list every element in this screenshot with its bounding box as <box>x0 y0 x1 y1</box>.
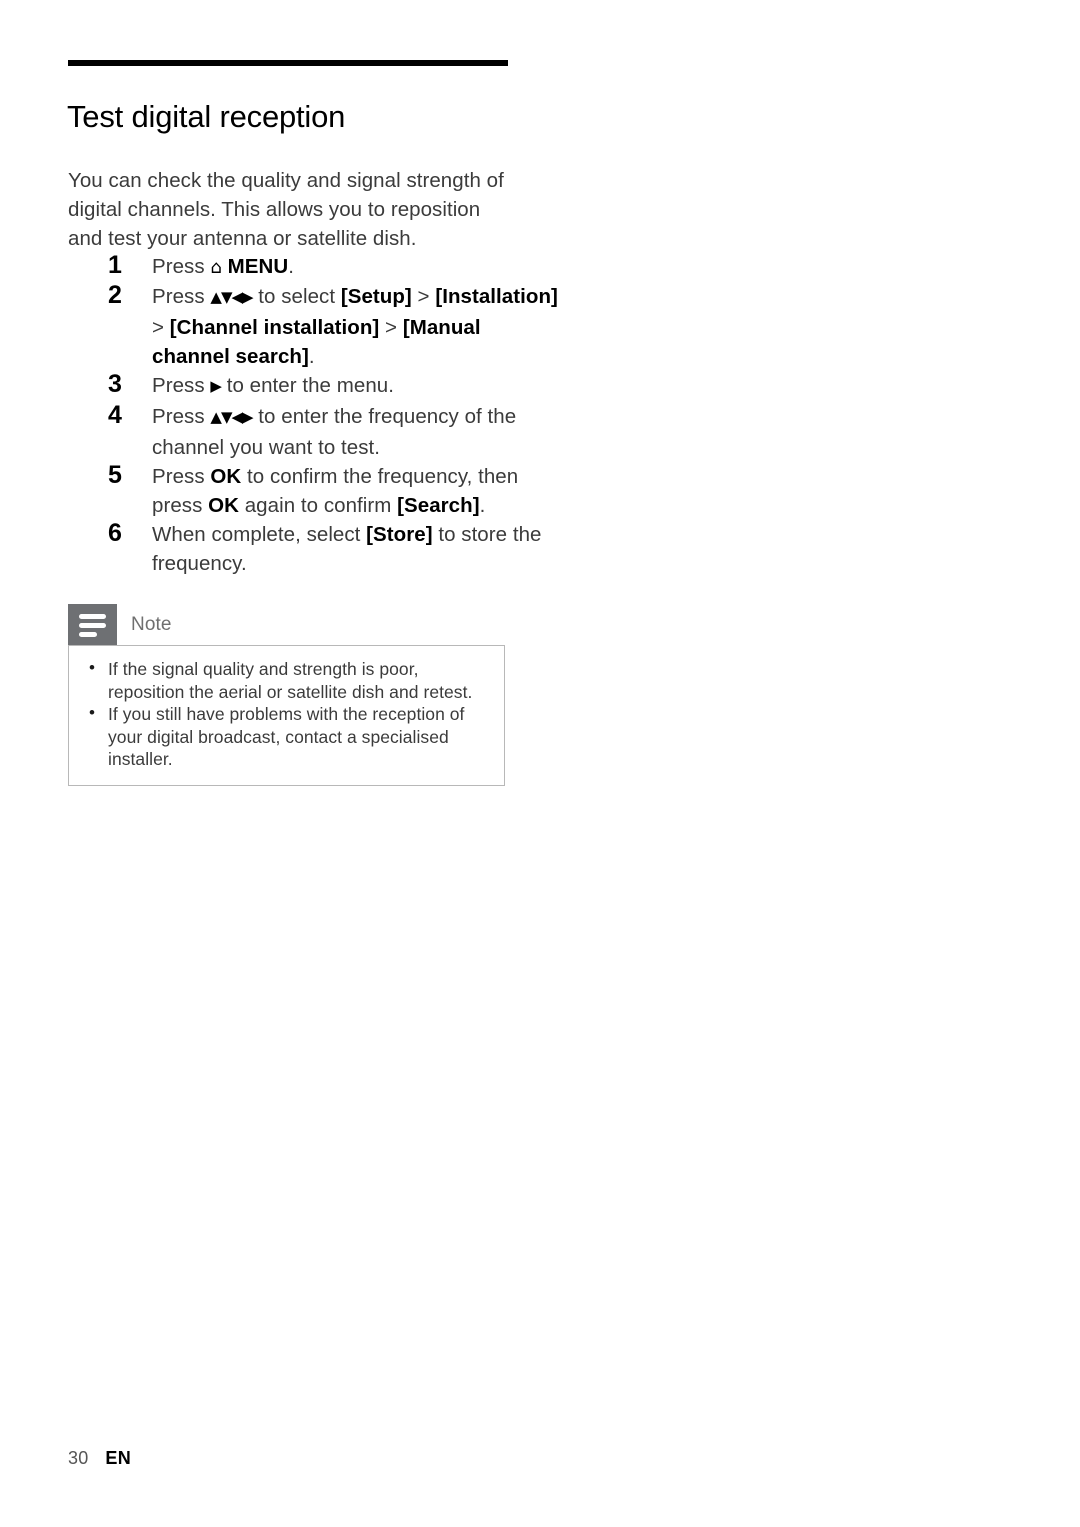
home-menu-icon: ⌂ <box>210 257 222 278</box>
document-page: Test digital reception You can check the… <box>0 0 1080 1527</box>
step-item: 2 Press ▲▼◀▶ to select [Setup] > [Install… <box>108 281 560 371</box>
step-emphasis: MENU <box>221 255 289 278</box>
step-item: 4 Press ▲▼◀▶ to enter the frequency of th… <box>108 401 560 462</box>
step-item: 3 Press ▶ to enter the menu. <box>108 370 560 402</box>
note-callout: Note If the signal quality and strength … <box>68 604 505 786</box>
step-item: 6 When complete, select [Store] to store … <box>108 519 560 578</box>
note-lines-icon <box>68 604 117 645</box>
dpad-arrows-icon: ▲▼◀▶ <box>210 288 253 306</box>
footer-language: EN <box>105 1448 132 1468</box>
title-rule <box>68 60 508 66</box>
step-text: Press ⌂ MENU. <box>152 252 560 282</box>
note-label: Note <box>131 614 172 635</box>
step-text-run: Press <box>152 374 211 397</box>
step-text: Press ▲▼◀▶ to enter the frequency of the… <box>152 402 560 462</box>
step-text: Press ▲▼◀▶ to select [Setup] > [Installa… <box>152 282 560 371</box>
step-emphasis: [Channel installation] <box>169 316 380 339</box>
note-icon-bar-1 <box>79 614 106 619</box>
step-list: 1 Press ⌂ MENU. 2 Press ▲▼◀▶ to select [Set… <box>68 251 560 578</box>
step-text-run: > <box>152 316 170 339</box>
step-number: 6 <box>108 519 122 547</box>
step-text-run: again to confirm <box>238 494 398 517</box>
step-emphasis: [Installation] <box>435 285 558 308</box>
note-body: If the signal quality and strength is po… <box>68 645 505 786</box>
step-text-run: . <box>479 494 486 517</box>
step-emphasis: [Search] <box>397 494 480 517</box>
note-bullet-list: If the signal quality and strength is po… <box>83 657 490 771</box>
step-text-run: > <box>379 316 403 339</box>
step-text: Press ▶ to enter the menu. <box>152 371 560 402</box>
footer-page-number: 30 <box>68 1448 89 1468</box>
step-text-run: Press <box>152 285 211 308</box>
step-text-run: > <box>411 285 436 308</box>
right-arrow-icon: ▶ <box>210 377 222 395</box>
step-number: 1 <box>108 251 122 279</box>
step-emphasis: OK <box>210 465 242 488</box>
step-text-run: . <box>288 255 294 278</box>
note-bullet: If the signal quality and strength is po… <box>83 657 490 703</box>
page-title: Test digital reception <box>67 98 346 134</box>
step-number: 4 <box>108 401 122 429</box>
intro-paragraph: You can check the quality and signal str… <box>68 168 504 250</box>
step-text: Press OK to confirm the frequency, then … <box>152 462 560 520</box>
step-text-run: to select <box>252 285 341 308</box>
step-number: 3 <box>108 370 122 398</box>
dpad-arrows-icon: ▲▼◀▶ <box>210 408 253 426</box>
step-text-run: When complete, select <box>152 523 367 546</box>
step-number: 5 <box>108 461 122 489</box>
step-emphasis: [Setup] <box>340 285 412 308</box>
step-text-run: Press <box>152 255 211 278</box>
note-icon-bar-2 <box>79 623 106 628</box>
step-text: When complete, select [Store] to store t… <box>152 520 560 578</box>
page-footer: 30 EN <box>68 1446 131 1470</box>
step-item: 5 Press OK to confirm the frequency, then… <box>108 461 560 520</box>
step-text-run: Press <box>152 465 211 488</box>
note-bullet: If you still have problems with the rece… <box>83 702 490 771</box>
step-text-run: . <box>308 345 315 368</box>
note-header: Note <box>68 604 505 645</box>
step-emphasis: [Store] <box>366 523 433 546</box>
step-text-run: Press <box>152 405 211 428</box>
step-text-run: to enter the menu. <box>220 374 394 397</box>
step-number: 2 <box>108 281 122 309</box>
step-item: 1 Press ⌂ MENU. <box>108 251 560 282</box>
step-emphasis: OK <box>208 494 239 517</box>
note-icon-bar-3 <box>79 632 97 637</box>
